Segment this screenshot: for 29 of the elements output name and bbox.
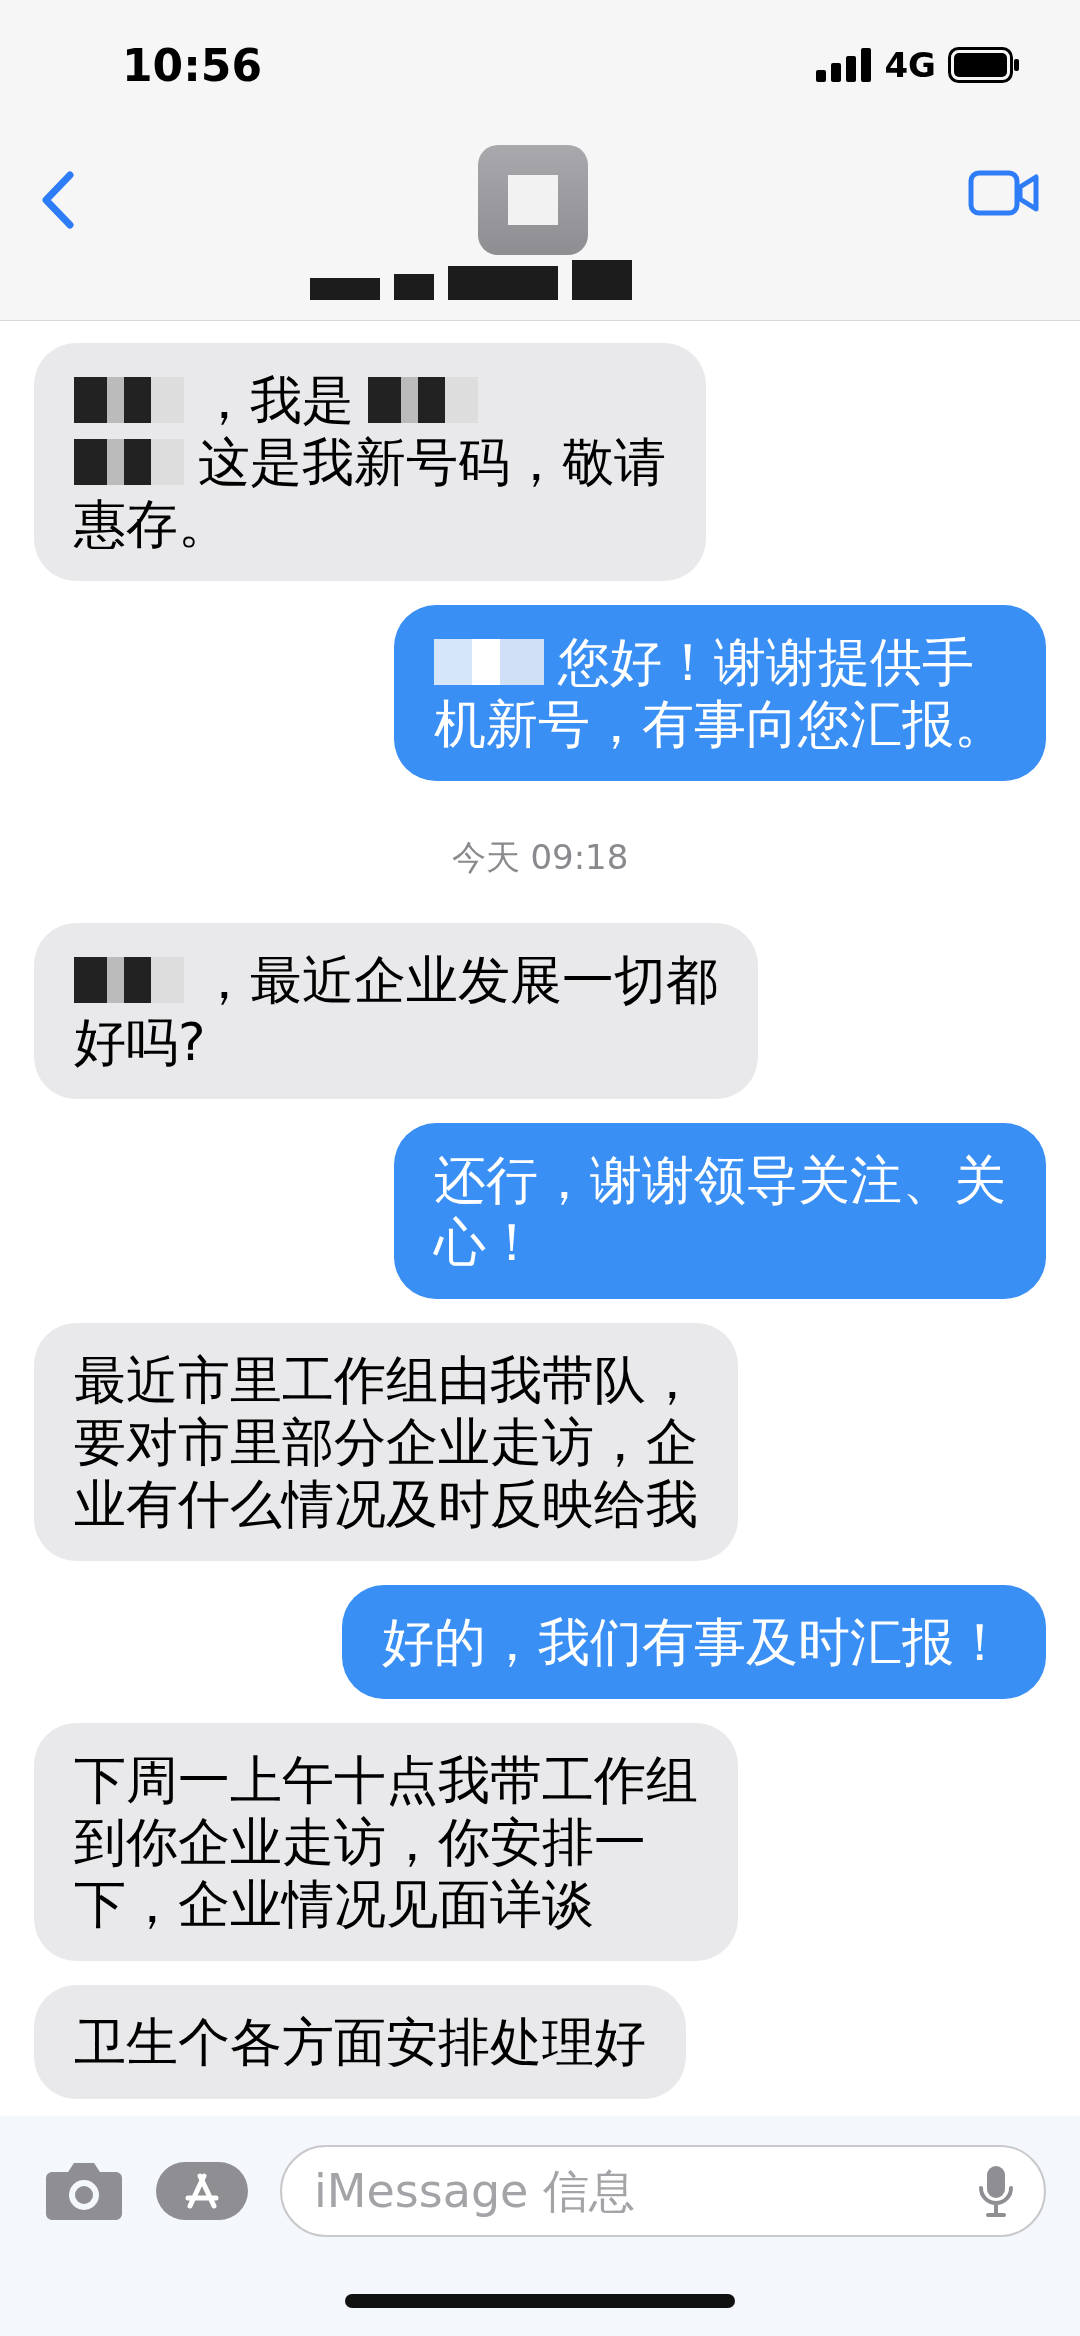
avatar-redacted[interactable] bbox=[478, 145, 588, 255]
message-text: 好吗? bbox=[74, 1011, 206, 1073]
message-text: 惠存。 bbox=[74, 493, 230, 555]
message-text: 最近市里工作组由我带队， bbox=[74, 1349, 698, 1411]
message-text: 好的，我们有事及时汇报！ bbox=[382, 1611, 1006, 1673]
message-text: 下，企业情况见面详谈 bbox=[74, 1873, 594, 1935]
message-text: 卫生个各方面安排处理好 bbox=[74, 2011, 646, 2073]
message-text: ，我是 bbox=[198, 369, 354, 431]
message-text: 到你企业走访，你安排一 bbox=[74, 1811, 646, 1873]
message-text: 机新号，有事向您汇报。 bbox=[434, 693, 1006, 755]
message-text: ，最近企业发展一切都 bbox=[198, 949, 718, 1011]
camera-icon[interactable] bbox=[44, 2160, 124, 2222]
video-camera-icon[interactable] bbox=[968, 170, 1040, 216]
message-text: 要对市里部分企业走访，企 bbox=[74, 1411, 698, 1473]
message-text: 心！ bbox=[434, 1211, 538, 1273]
message-input-box[interactable]: iMessage 信息 bbox=[280, 2145, 1046, 2237]
contact-name-redacted[interactable] bbox=[310, 260, 632, 300]
message-text: 业有什么情况及时反映给我 bbox=[74, 1473, 698, 1535]
microphone-icon[interactable] bbox=[978, 2164, 1014, 2218]
message-text: 这是我新号码，敬请 bbox=[198, 431, 666, 493]
message-text: 您好！谢谢提供手 bbox=[558, 631, 974, 693]
timestamp: 今天 09:18 bbox=[451, 836, 629, 879]
battery-icon bbox=[948, 47, 1020, 83]
message-text: 下周一上午十点我带工作组 bbox=[74, 1749, 698, 1811]
message-text: 还行，谢谢领导关注、关 bbox=[434, 1149, 1006, 1211]
signal-icon bbox=[816, 48, 873, 82]
back-icon[interactable] bbox=[40, 170, 76, 230]
status-time: 10:56 bbox=[122, 39, 263, 91]
network-label: 4G bbox=[884, 45, 936, 85]
